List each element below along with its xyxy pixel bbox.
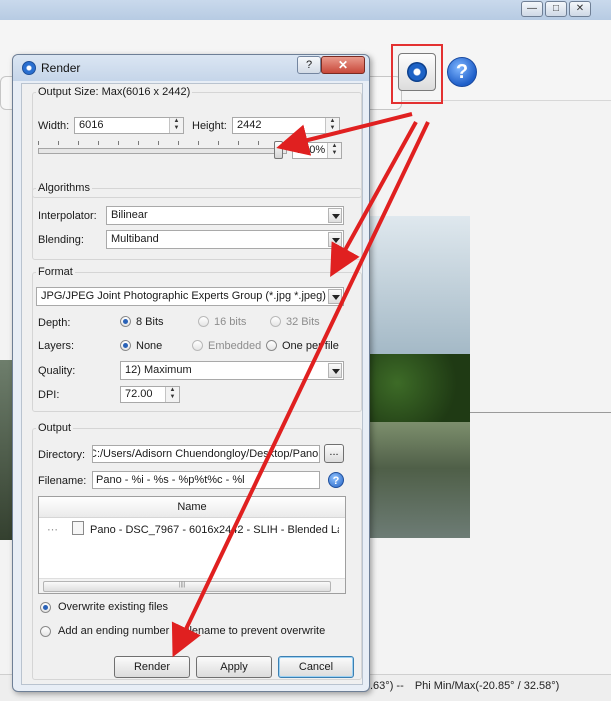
status-partial-text: .63°) -- xyxy=(370,680,404,692)
chevron-down-icon[interactable] xyxy=(328,208,342,223)
ending-number-radio[interactable] xyxy=(40,626,51,637)
list-item[interactable]: ⋯ Pano - DSC_7967 - 6016x2442 - SLIH - Bl… xyxy=(47,521,339,537)
blending-value: Multiband xyxy=(111,233,159,245)
width-value: 6016 xyxy=(79,119,104,131)
help-button[interactable]: ? xyxy=(447,57,477,87)
scale-spin-arrows-icon[interactable]: ▲ ▼ xyxy=(327,143,341,158)
height-label: Height: xyxy=(192,120,227,132)
status-phi-text: Phi Min/Max(-20.85° / 32.58°) xyxy=(414,680,560,692)
dialog-title: Render xyxy=(41,61,81,75)
quality-select[interactable]: 12) Maximum xyxy=(120,361,344,380)
depth-32bit-label: 32 Bits xyxy=(286,316,320,328)
layers-embedded-label: Embedded xyxy=(208,340,262,352)
directory-label: Directory: xyxy=(38,449,86,461)
overwrite-label: Overwrite existing files xyxy=(58,601,169,613)
minimize-button[interactable]: — xyxy=(521,1,543,17)
blending-label: Blending: xyxy=(38,234,84,246)
window-controls: — □ ✕ xyxy=(521,1,591,17)
output-file-list[interactable]: Name ⋯ Pano - DSC_7967 - 6016x2442 - SLIH… xyxy=(38,496,346,594)
depth-16bit-radio[interactable] xyxy=(198,316,209,327)
render-button[interactable]: Render xyxy=(114,656,190,678)
dpi-spinbox[interactable]: 72.00 ▲ ▼ xyxy=(120,386,180,403)
filename-label: Filename: xyxy=(38,475,87,487)
height-spinbox[interactable]: 2442 ▲ ▼ xyxy=(232,117,340,134)
column-header-name[interactable]: Name xyxy=(39,497,345,518)
overwrite-radio[interactable] xyxy=(40,602,51,613)
file-icon xyxy=(72,521,84,535)
cancel-button[interactable]: Cancel xyxy=(278,656,354,678)
render-tool-button[interactable] xyxy=(398,53,436,91)
layers-label: Layers: xyxy=(38,340,75,352)
layers-none-label: None xyxy=(136,340,163,352)
filename-help-icon[interactable]: ? xyxy=(328,472,344,488)
algorithms-title: Algorithms xyxy=(36,182,92,194)
dialog-close-button[interactable]: ✕ xyxy=(321,56,365,74)
height-value: 2442 xyxy=(237,119,262,131)
depth-32bit-radio[interactable] xyxy=(270,316,281,327)
preview-horizon-line xyxy=(470,412,611,413)
chevron-down-icon[interactable] xyxy=(328,363,342,378)
layers-one-per-file-radio[interactable] xyxy=(266,340,277,351)
width-spin-arrows-icon[interactable]: ▲ ▼ xyxy=(169,118,183,133)
blending-select[interactable]: Multiband xyxy=(106,230,344,249)
layers-one-per-file-label: One per file xyxy=(282,340,339,352)
depth-label: Depth: xyxy=(38,317,71,329)
ending-number-label: Add an ending number in filename to prev… xyxy=(58,625,326,637)
file-format-value: JPG/JPEG Joint Photographic Experts Grou… xyxy=(41,290,326,302)
dpi-label: DPI: xyxy=(38,389,60,401)
dialog-help-button[interactable]: ? xyxy=(297,56,321,74)
height-spin-arrows-icon[interactable]: ▲ ▼ xyxy=(325,118,339,133)
list-item-label: Pano - DSC_7967 - 6016x2442 - SLIH - Ble… xyxy=(90,524,339,536)
scrollbar-thumb[interactable] xyxy=(43,581,331,592)
output-title: Output xyxy=(36,422,74,434)
depth-8bit-radio[interactable] xyxy=(120,316,131,327)
layers-embedded-radio[interactable] xyxy=(192,340,203,351)
render-gear-icon xyxy=(407,62,427,82)
close-window-button[interactable]: ✕ xyxy=(569,1,591,17)
scale-slider-track[interactable] xyxy=(38,148,287,154)
dialog-titlebar: Render ? ✕ xyxy=(13,55,369,81)
scale-slider-ticks xyxy=(38,141,285,145)
chevron-down-icon[interactable] xyxy=(328,289,342,304)
output-size-title: Output Size: Max(6016 x 2442) xyxy=(36,86,193,98)
interpolator-value: Bilinear xyxy=(111,209,148,221)
apply-button[interactable]: Apply xyxy=(196,656,272,678)
quality-label: Quality: xyxy=(38,365,76,377)
directory-field[interactable]: C:/Users/Adisorn Chuendongloy/Desktop/Pa… xyxy=(92,445,320,463)
interpolator-select[interactable]: Bilinear xyxy=(106,206,344,225)
filename-value: Pano - %i - %s - %p%t%c - %l xyxy=(96,474,245,486)
scale-value: 100% xyxy=(297,144,326,156)
depth-8bit-label: 8 Bits xyxy=(136,316,164,328)
scale-slider-thumb[interactable] xyxy=(274,141,283,159)
chevron-down-icon[interactable] xyxy=(328,232,342,247)
directory-value: C:/Users/Adisorn Chuendongloy/Desktop/Pa… xyxy=(92,448,319,460)
file-format-select[interactable]: JPG/JPEG Joint Photographic Experts Grou… xyxy=(36,287,344,306)
app-titlebar: — □ ✕ xyxy=(0,0,611,21)
dpi-spin-arrows-icon[interactable]: ▲ ▼ xyxy=(165,387,179,402)
maximize-button[interactable]: □ xyxy=(545,1,567,17)
panorama-preview xyxy=(366,216,470,538)
layers-none-radio[interactable] xyxy=(120,340,131,351)
app-icon xyxy=(22,61,36,75)
interpolator-label: Interpolator: xyxy=(38,210,97,222)
scale-spinbox[interactable]: 100% ▲ ▼ xyxy=(292,142,342,159)
dpi-value: 72.00 xyxy=(125,388,153,400)
filename-field[interactable]: Pano - %i - %s - %p%t%c - %l xyxy=(92,471,320,489)
dialog-body: Output Size: Max(6016 x 2442) Width: 601… xyxy=(21,83,363,685)
width-label: Width: xyxy=(38,120,70,132)
horizontal-scrollbar[interactable]: |||| xyxy=(39,578,345,593)
render-dialog: Render ? ✕ Output Size: Max(6016 x 2442)… xyxy=(12,54,370,692)
width-spinbox[interactable]: 6016 ▲ ▼ xyxy=(74,117,184,134)
depth-16bit-label: 16 bits xyxy=(214,316,247,328)
browse-button[interactable]: ... xyxy=(324,444,344,463)
quality-value: 12) Maximum xyxy=(125,364,192,376)
format-title: Format xyxy=(36,266,75,278)
